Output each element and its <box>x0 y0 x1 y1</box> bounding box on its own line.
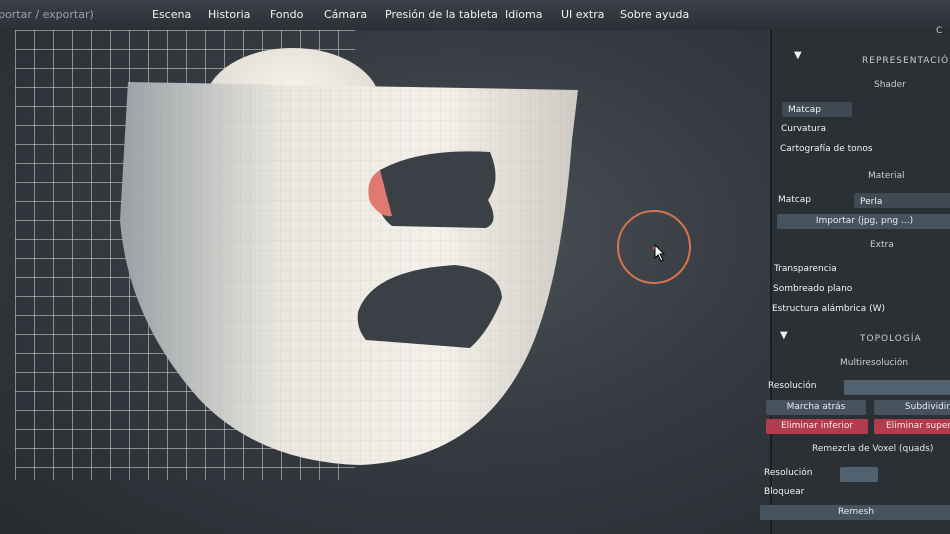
topology-header: TOPOLOGÍA <box>860 334 922 344</box>
menu-history[interactable]: Historia <box>208 8 250 21</box>
matcap-value: Perla <box>860 197 883 207</box>
menu-background[interactable]: Fondo <box>270 8 303 21</box>
panel-close-icon[interactable]: C <box>936 26 942 36</box>
subdivide-button[interactable]: Subdividir <box>874 400 950 415</box>
remesh-button[interactable]: Remesh <box>760 505 950 520</box>
import-matcap-button[interactable]: Importar (jpg, png ...) <box>777 214 950 229</box>
menu-help[interactable]: Sobre ayuda <box>620 8 689 21</box>
matcap-label: Matcap <box>778 195 811 205</box>
menu-scene[interactable]: Escena <box>152 8 191 21</box>
menu-bar: (importar / exportar) Escena Historia Fo… <box>0 0 950 30</box>
voxel-resolution-slider[interactable] <box>840 467 878 482</box>
option-flat-shading[interactable]: Sombreado plano <box>773 284 852 294</box>
voxel-remesh-title: Remezcla de Voxel (quads) <box>812 444 934 454</box>
delete-lower-button[interactable]: Eliminar inferior <box>766 419 868 434</box>
menu-extra-ui[interactable]: UI extra <box>561 8 604 21</box>
delete-upper-button[interactable]: Eliminar superior <box>874 419 950 434</box>
reverse-button[interactable]: Marcha atrás <box>766 400 866 415</box>
menu-language[interactable]: Idioma <box>505 8 542 21</box>
shader-option-curvature[interactable]: Curvatura <box>781 124 826 134</box>
menu-camera[interactable]: Cámara <box>324 8 367 21</box>
3d-viewport[interactable] <box>0 30 770 534</box>
voxel-resolution-label: Resolución <box>764 468 813 478</box>
collapse-topology-icon[interactable]: ▼ <box>780 330 788 341</box>
side-panel: ▼ REPRESENTACIÓN Shader Matcap Curvatura… <box>760 30 950 534</box>
menu-file[interactable]: (importar / exportar) <box>0 8 94 21</box>
menu-tablet-pressure[interactable]: Presión de la tableta <box>385 8 498 21</box>
material-title: Material <box>868 171 905 181</box>
collapse-representation-icon[interactable]: ▼ <box>794 50 802 61</box>
resolution-slider[interactable] <box>844 380 950 395</box>
shader-title: Shader <box>874 80 906 90</box>
option-wireframe[interactable]: Estructura alámbrica (W) <box>772 304 885 314</box>
option-transparency[interactable]: Transparencia <box>774 264 837 274</box>
multires-title: Multiresolución <box>840 358 909 368</box>
shader-option-matcap[interactable]: Matcap <box>788 105 821 115</box>
mouse-pointer-icon <box>654 244 666 262</box>
representation-header: REPRESENTACIÓN <box>862 56 950 66</box>
shader-option-tonemapping[interactable]: Cartografía de tonos <box>780 144 873 154</box>
resolution-label: Resolución <box>768 381 817 391</box>
extra-title: Extra <box>870 240 894 250</box>
lock-label: Bloquear <box>764 487 805 497</box>
